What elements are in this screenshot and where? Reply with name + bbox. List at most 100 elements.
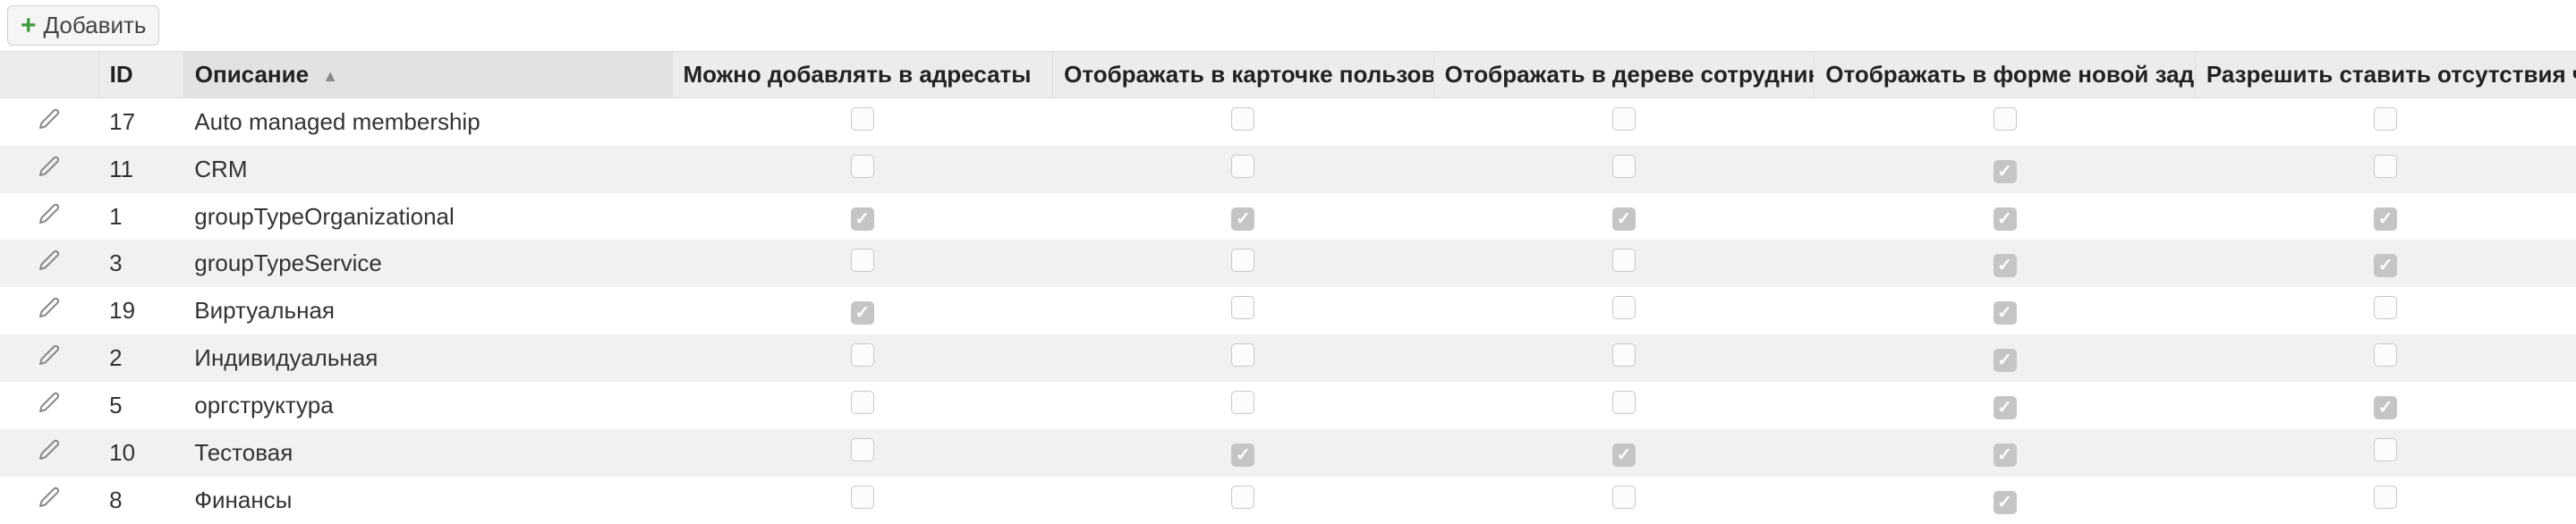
edit-cell [0,146,98,193]
checkbox[interactable] [851,155,874,178]
checkbox[interactable] [1231,207,1254,231]
cell-checkbox [1053,193,1434,240]
cell-checkbox [2195,240,2576,287]
col-allow-absence-members[interactable]: Разрешить ставить отсутствия членам [2195,52,2576,98]
checkbox[interactable] [851,486,874,509]
checkbox[interactable] [851,249,874,272]
checkbox[interactable] [2374,438,2397,461]
checkbox[interactable] [851,301,874,325]
edit-cell [0,98,98,147]
pencil-icon[interactable] [38,249,60,277]
cell-checkbox [1433,429,1815,477]
cell-id: 10 [98,429,183,477]
cell-checkbox [672,146,1053,193]
checkbox[interactable] [2374,486,2397,509]
cell-checkbox [1053,334,1434,382]
checkbox[interactable] [1231,391,1254,414]
cell-checkbox [1433,382,1815,429]
pencil-icon[interactable] [38,108,60,136]
checkbox[interactable] [1994,396,2017,419]
cell-description: groupTypeOrganizational [183,193,672,240]
checkbox[interactable] [851,107,874,131]
col-description[interactable]: Описание ▲ [183,52,672,98]
checkbox[interactable] [2374,155,2397,178]
cell-checkbox [1053,287,1434,334]
checkbox[interactable] [1994,349,2017,372]
checkbox[interactable] [2374,254,2397,277]
edit-cell [0,477,98,524]
cell-description: Виртуальная [183,287,672,334]
cell-checkbox [1815,98,2196,147]
col-show-new-task-form[interactable]: Отображать в форме новой задачи [1815,52,2196,98]
checkbox[interactable] [851,343,874,367]
checkbox[interactable] [1612,296,1636,319]
col-edit [0,52,98,98]
cell-id: 8 [98,477,183,524]
checkbox[interactable] [1994,254,2017,277]
checkbox[interactable] [1612,343,1636,367]
pencil-icon[interactable] [38,486,60,514]
checkbox[interactable] [1231,155,1254,178]
checkbox[interactable] [1231,486,1254,509]
checkbox[interactable] [1612,444,1636,467]
edit-cell [0,334,98,382]
plus-icon: + [21,13,37,39]
edit-cell [0,240,98,287]
toolbar: + Добавить [0,0,2576,51]
pencil-icon[interactable] [38,297,60,325]
cell-checkbox [672,287,1053,334]
checkbox[interactable] [2374,296,2397,319]
checkbox[interactable] [1994,107,2017,131]
pencil-icon[interactable] [38,392,60,419]
cell-checkbox [2195,429,2576,477]
col-can-add-recipients[interactable]: Можно добавлять в адресаты [672,52,1053,98]
checkbox[interactable] [1231,343,1254,367]
checkbox[interactable] [1612,486,1636,509]
checkbox[interactable] [851,207,874,231]
checkbox[interactable] [1231,249,1254,272]
col-show-employee-tree[interactable]: Отображать в дереве сотрудников [1433,52,1815,98]
checkbox[interactable] [1994,301,2017,325]
table-row: 1groupTypeOrganizational [0,193,2576,240]
cell-checkbox [1433,98,1815,147]
checkbox[interactable] [1612,155,1636,178]
pencil-icon[interactable] [38,439,60,467]
checkbox[interactable] [2374,107,2397,131]
add-button[interactable]: + Добавить [7,5,159,46]
cell-checkbox [1433,146,1815,193]
col-id[interactable]: ID [98,52,183,98]
table-row: 2Индивидуальная [0,334,2576,382]
checkbox[interactable] [2374,343,2397,367]
cell-id: 3 [98,240,183,287]
cell-checkbox [1433,334,1815,382]
checkbox[interactable] [1994,444,2017,467]
checkbox[interactable] [2374,207,2397,231]
col-show-user-card[interactable]: Отображать в карточке пользователя [1053,52,1434,98]
cell-checkbox [1815,193,2196,240]
checkbox[interactable] [1994,207,2017,231]
checkbox[interactable] [1231,444,1254,467]
checkbox[interactable] [1231,296,1254,319]
cell-checkbox [1053,98,1434,147]
checkbox[interactable] [1612,207,1636,231]
checkbox[interactable] [1994,491,2017,514]
cell-checkbox [1053,146,1434,193]
pencil-icon[interactable] [38,203,60,231]
checkbox[interactable] [1231,107,1254,131]
checkbox[interactable] [2374,396,2397,419]
checkbox[interactable] [851,391,874,414]
checkbox[interactable] [1612,107,1636,131]
checkbox[interactable] [1994,160,2017,183]
cell-checkbox [672,240,1053,287]
checkbox[interactable] [851,438,874,461]
pencil-icon[interactable] [38,344,60,372]
cell-id: 5 [98,382,183,429]
cell-checkbox [1815,382,2196,429]
pencil-icon[interactable] [38,156,60,183]
cell-checkbox [1815,240,2196,287]
cell-checkbox [2195,287,2576,334]
table-row: 8Финансы [0,477,2576,524]
checkbox[interactable] [1612,249,1636,272]
cell-description: Тестовая [183,429,672,477]
checkbox[interactable] [1612,391,1636,414]
